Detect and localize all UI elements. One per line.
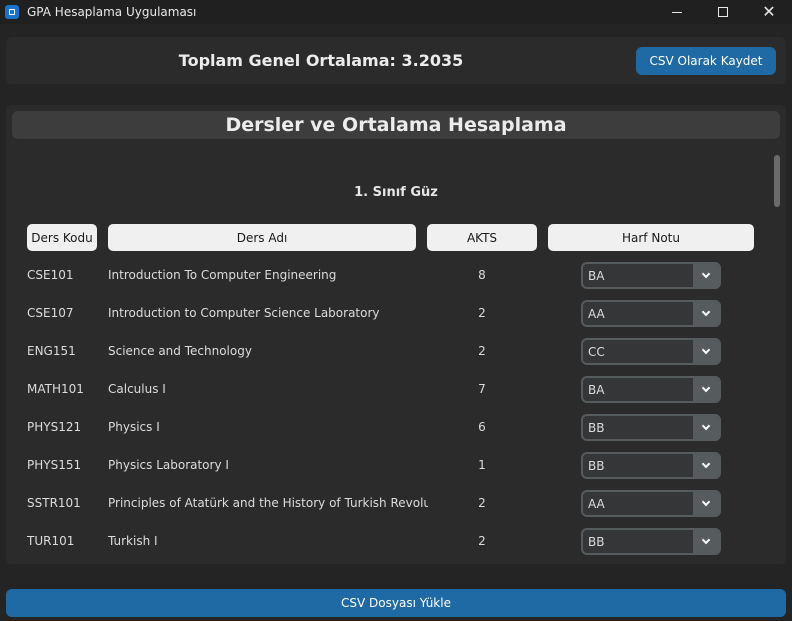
course-name: Turkish I [108,534,158,548]
dropdown-button[interactable] [693,340,719,363]
close-icon: ✕ [762,2,776,21]
course-akts: 2 [478,344,486,358]
grade-value: BA [588,268,605,283]
course-row: CSE101 Introduction To Computer Engineer… [6,260,786,290]
header-akts: AKTS [427,224,537,251]
course-name: Physics I [108,420,160,434]
semester-title: 1. Sınıf Güz [354,185,438,200]
grade-value: BB [588,534,605,549]
course-name: Principles of Atatürk and the History of… [108,496,428,510]
course-name: Science and Technology [108,344,252,358]
course-row: PHYS151 Physics Laboratory I 1 BB [6,450,786,480]
chevron-down-icon [701,497,711,507]
course-akts: 2 [478,306,486,320]
dropdown-button[interactable] [693,378,719,401]
chevron-down-icon [701,535,711,545]
chevron-down-icon [701,421,711,431]
gpa-label: Toplam Genel Ortalama: 3.2035 [178,51,464,70]
chevron-down-icon [701,269,711,279]
grade-dropdown[interactable]: BB [581,528,721,555]
course-row: MATH101 Calculus I 7 BA [6,374,786,404]
course-akts: 1 [478,458,486,472]
course-akts: 2 [478,496,486,510]
grade-dropdown[interactable]: BB [581,414,721,441]
course-row: PHYS121 Physics I 6 BB [6,412,786,442]
header-grade: Harf Notu [548,224,754,251]
grade-value: BB [588,458,605,473]
course-code: TUR101 [27,534,75,548]
dropdown-button[interactable] [693,416,719,439]
minimize-icon [672,12,682,13]
course-code: MATH101 [27,382,84,396]
grade-dropdown[interactable]: AA [581,300,721,327]
course-name: Introduction to Computer Science Laborat… [108,306,380,320]
close-button[interactable]: ✕ [746,0,792,24]
course-code: SSTR101 [27,496,81,510]
course-row: TUR101 Turkish I 2 BB [6,526,786,556]
save-csv-button[interactable]: CSV Olarak Kaydet [636,47,776,75]
header-code: Ders Kodu [27,224,97,251]
grade-value: BB [588,420,605,435]
course-name: Introduction To Computer Engineering [108,268,337,282]
course-name: Calculus I [108,382,166,396]
course-row: ENG151 Science and Technology 2 CC [6,336,786,366]
grade-dropdown[interactable]: CC [581,338,721,365]
app-icon [5,5,19,19]
grade-dropdown[interactable]: BA [581,376,721,403]
course-akts: 2 [478,534,486,548]
dropdown-button[interactable] [693,492,719,515]
chevron-down-icon [701,307,711,317]
course-akts: 7 [478,382,486,396]
course-code: PHYS121 [27,420,82,434]
load-csv-button[interactable]: CSV Dosyası Yükle [6,589,786,617]
dropdown-button[interactable] [693,454,719,477]
grade-value: CC [588,344,605,359]
maximize-icon [718,7,728,17]
course-row: SSTR101 Principles of Atatürk and the Hi… [6,488,786,518]
section-title: Dersler ve Ortalama Hesaplama [12,111,780,139]
dropdown-button[interactable] [693,302,719,325]
dropdown-button[interactable] [693,264,719,287]
chevron-down-icon [701,345,711,355]
course-code: CSE107 [27,306,74,320]
course-row: CSE107 Introduction to Computer Science … [6,298,786,328]
grade-dropdown[interactable]: BB [581,452,721,479]
header-name: Ders Adı [108,224,416,251]
window-title: GPA Hesaplama Uygulaması [27,5,197,19]
summary-panel: Toplam Genel Ortalama: 3.2035 CSV Olarak… [6,37,786,84]
grade-value: AA [588,306,605,321]
grade-dropdown[interactable]: AA [581,490,721,517]
title-bar: GPA Hesaplama Uygulaması ✕ [0,0,792,24]
course-name: Physics Laboratory I [108,458,229,472]
course-code: PHYS151 [27,458,82,472]
window-controls: ✕ [654,0,792,24]
grade-dropdown[interactable]: BA [581,262,721,289]
dropdown-button[interactable] [693,530,719,553]
courses-panel: Dersler ve Ortalama Hesaplama 1. Sınıf G… [6,105,786,564]
chevron-down-icon [701,459,711,469]
course-code: ENG151 [27,344,76,358]
course-akts: 8 [478,268,486,282]
grade-value: BA [588,382,605,397]
minimize-button[interactable] [654,0,700,24]
maximize-button[interactable] [700,0,746,24]
course-akts: 6 [478,420,486,434]
course-code: CSE101 [27,268,74,282]
chevron-down-icon [701,383,711,393]
grade-value: AA [588,496,605,511]
